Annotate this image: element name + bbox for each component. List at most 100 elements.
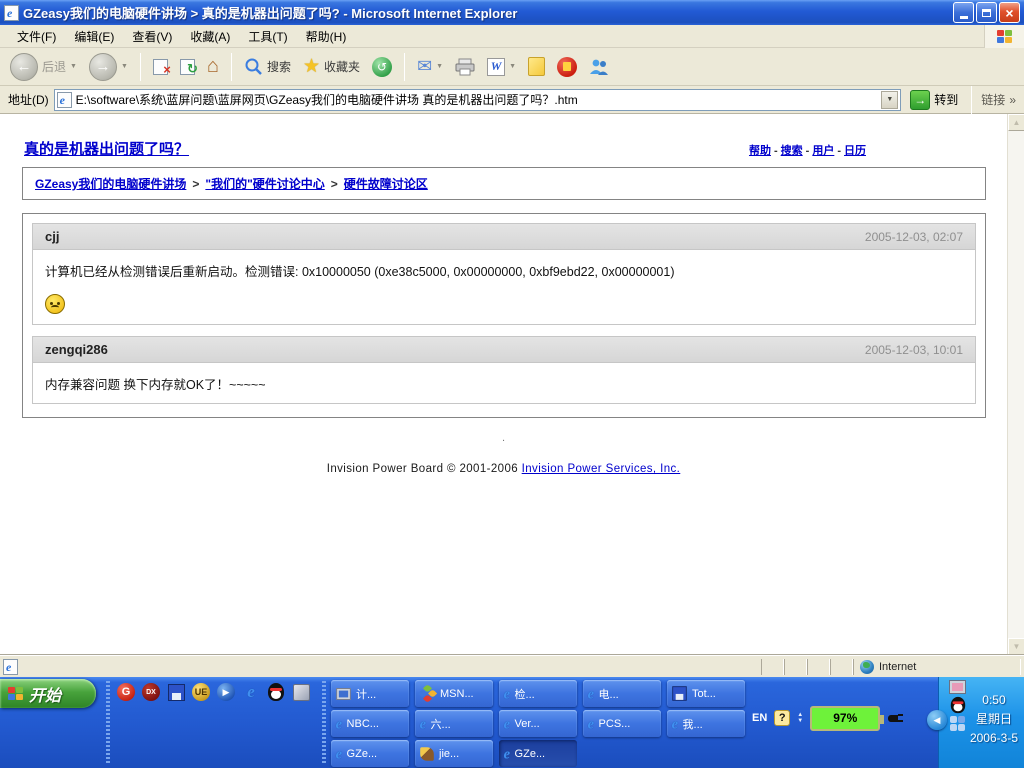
go-button[interactable]: → 转到: [906, 89, 962, 111]
quicklaunch-handle[interactable]: [106, 681, 110, 765]
help-link[interactable]: 帮助: [749, 145, 771, 157]
taskband-handle[interactable]: [322, 681, 326, 765]
address-value[interactable]: E:\software\系统\蓝屏问题\蓝屏网页\GZeasy我们的电脑硬件讲场…: [76, 91, 878, 108]
print-button[interactable]: [451, 56, 479, 78]
internet-explorer-icon[interactable]: e: [241, 682, 261, 702]
board-footer: Invision Power Board © 2001-2006 Invisio…: [0, 463, 1007, 475]
topic-title-link[interactable]: 真的是机器出问题了吗？: [24, 138, 189, 159]
power-plug-icon: [887, 710, 903, 726]
favorites-button[interactable]: ★ 收藏夹: [299, 53, 364, 80]
task-button[interactable]: e电...: [583, 680, 661, 707]
task-button[interactable]: 计...: [331, 680, 409, 707]
post-body: 内存兼容问题 换下内存就OK了！~~~~~: [33, 363, 975, 403]
breadcrumb-forum-root[interactable]: GZeasy我们的电脑硬件讲场: [35, 175, 186, 192]
mail-dropdown-icon[interactable]: ▼: [436, 63, 443, 70]
start-button[interactable]: 开始: [0, 679, 96, 708]
menu-help[interactable]: 帮助(H): [297, 25, 356, 48]
post-header: zengqi286 2005-12-03, 10:01: [33, 337, 975, 363]
address-dropdown-icon[interactable]: ▼: [881, 91, 898, 109]
gray-app-icon[interactable]: [291, 682, 311, 702]
scroll-down-icon[interactable]: ▼: [1008, 638, 1024, 655]
edit-with-word-button[interactable]: W ▼: [483, 56, 520, 78]
ultraedit-icon[interactable]: UE: [191, 682, 211, 702]
back-button[interactable]: ← 后退 ▼: [6, 51, 81, 83]
tray-monitor-icon[interactable]: [949, 680, 966, 694]
mail-button[interactable]: ✉ ▼: [413, 54, 447, 79]
forum-top-links: 帮助-搜索-用户-日历: [749, 142, 866, 158]
minimize-button[interactable]: [953, 2, 974, 23]
calendar-link[interactable]: 日历: [844, 145, 866, 157]
history-button[interactable]: ↺: [368, 55, 396, 79]
forward-dropdown-icon[interactable]: ▼: [121, 63, 128, 70]
tray-puzzle-icon[interactable]: [950, 716, 965, 731]
task-button[interactable]: e六...: [415, 710, 493, 737]
scroll-up-icon[interactable]: ▲: [1008, 114, 1024, 131]
vertical-scrollbar[interactable]: ▲ ▼: [1007, 114, 1024, 655]
windows-logo-box: [984, 25, 1024, 48]
stop-button[interactable]: ×: [149, 57, 172, 77]
ime-help-icon[interactable]: ?: [774, 710, 790, 726]
back-dropdown-icon[interactable]: ▼: [70, 63, 77, 70]
language-indicator[interactable]: EN: [752, 712, 767, 724]
search-link[interactable]: 搜索: [781, 145, 803, 157]
restore-button[interactable]: [976, 2, 997, 23]
search-button[interactable]: 搜索: [240, 55, 295, 78]
task-button[interactable]: e检...: [499, 680, 577, 707]
ie-window-icon: e: [4, 5, 19, 21]
task-buttons: 计... MSN... e检... e电... Tot... eNBC... e…: [331, 680, 749, 767]
qq-icon[interactable]: [266, 682, 286, 702]
post-item: zengqi286 2005-12-03, 10:01 内存兼容问题 换下内存就…: [32, 336, 976, 404]
discuss-button[interactable]: [524, 55, 549, 78]
breadcrumb-category[interactable]: "我们的"硬件讨论中心: [205, 175, 324, 192]
address-input[interactable]: e E:\software\系统\蓝屏问题\蓝屏网页\GZeasy我们的电脑硬件…: [54, 89, 902, 111]
tray-collapse-icon[interactable]: ◀: [927, 710, 947, 730]
browser-viewport: 真的是机器出问题了吗？ 帮助-搜索-用户-日历 GZeasy我们的电脑硬件讲场 …: [0, 114, 1024, 655]
task-button[interactable]: Tot...: [667, 680, 745, 707]
edit-dropdown-icon[interactable]: ▼: [509, 63, 516, 70]
ime-arrows-icon[interactable]: ▲▼: [797, 712, 803, 724]
ie-icon: e: [504, 745, 510, 762]
forward-button[interactable]: → ▼: [85, 51, 132, 83]
red-app-button[interactable]: [553, 55, 581, 79]
task-button[interactable]: e我...: [667, 710, 745, 737]
task-button-active[interactable]: eGZe...: [499, 740, 577, 767]
menu-edit[interactable]: 编辑(E): [65, 25, 123, 48]
topic-posts-container: cjj 2005-12-03, 02:07 计算机已经从检测错误后重新启动。检测…: [22, 213, 986, 418]
task-button[interactable]: eVer...: [499, 710, 577, 737]
menu-view[interactable]: 查看(V): [123, 25, 181, 48]
desktop: e GZeasy我们的电脑硬件讲场 > 真的是机器出问题了吗? - Micros…: [0, 0, 1024, 768]
dark-red-ball-icon[interactable]: DX: [141, 682, 161, 702]
breadcrumb-subforum[interactable]: 硬件故障讨论区: [344, 175, 428, 192]
links-toolbar[interactable]: 链接 »: [981, 91, 1020, 108]
media-player-icon[interactable]: ▶: [216, 682, 236, 702]
messenger-button[interactable]: [585, 56, 613, 78]
menu-file[interactable]: 文件(F): [8, 25, 65, 48]
battery-indicator[interactable]: 97%: [810, 706, 880, 731]
task-button[interactable]: MSN...: [415, 680, 493, 707]
task-button[interactable]: ePCS...: [583, 710, 661, 737]
search-icon: [244, 57, 263, 76]
blue-floppy-icon[interactable]: [166, 682, 186, 702]
status-panel: [830, 659, 853, 675]
menu-favorites[interactable]: 收藏(A): [181, 25, 239, 48]
tray-qq-icon[interactable]: [950, 697, 964, 713]
history-icon: ↺: [372, 57, 392, 77]
home-button[interactable]: ⌂: [203, 53, 223, 80]
security-zone-label: Internet: [879, 661, 916, 673]
go-arrow-icon: →: [910, 90, 930, 110]
total-commander-icon: [672, 686, 686, 700]
refresh-button[interactable]: ↻: [176, 57, 199, 77]
task-button[interactable]: eNBC...: [331, 710, 409, 737]
red-swirl-icon[interactable]: G: [116, 682, 136, 702]
toolbar-separator: [140, 53, 141, 81]
task-button[interactable]: eGZe...: [331, 740, 409, 767]
task-button[interactable]: jie...: [415, 740, 493, 767]
forward-icon: →: [89, 53, 117, 81]
tray-clock[interactable]: 0:50 星期日 2006-3-5: [970, 691, 1018, 748]
toolbar-separator: [404, 53, 405, 81]
members-link[interactable]: 用户: [812, 145, 834, 157]
links-chevron-icon[interactable]: »: [1009, 93, 1016, 107]
invision-link[interactable]: Invision Power Services, Inc.: [522, 463, 681, 475]
close-button[interactable]: ×: [999, 2, 1020, 23]
menu-tools[interactable]: 工具(T): [239, 25, 296, 48]
